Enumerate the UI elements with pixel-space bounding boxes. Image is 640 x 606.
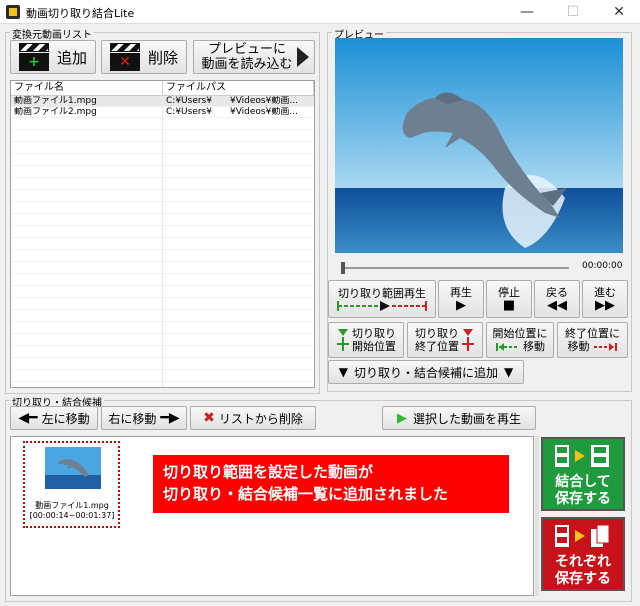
candidate-range: [00:00:14~00:01:37] — [29, 511, 115, 520]
green-play-icon: ▶ — [396, 410, 407, 426]
play-range-label: 切り取り範囲再生 — [338, 286, 426, 300]
delete-button[interactable]: ✕ 削除 — [101, 40, 187, 74]
notification-banner: 切り取り範囲を設定した動画が 切り取り・結合候補一覧に追加されました — [153, 455, 509, 513]
remove-label: リストから削除 — [218, 411, 303, 426]
table-row[interactable]: 動画ファイル2.mpg C:¥Users¥ ¥Videos¥動画... — [11, 107, 314, 118]
candidate-scrollbar[interactable] — [535, 436, 539, 596]
row-file-path: C:¥Users¥ ¥Videos¥動画... — [166, 96, 298, 106]
move-start-arrow-icon — [496, 342, 519, 351]
range-play-icon — [337, 300, 427, 311]
cut-end-icon — [462, 329, 474, 351]
add-button[interactable]: + 追加 — [10, 40, 96, 74]
stop-button[interactable]: 停止 ■ — [486, 280, 532, 318]
move-left-label: 左に移動 — [41, 411, 90, 426]
cut-start-icon — [337, 329, 349, 351]
table-header: ファイル名 ファイルパス — [11, 81, 314, 96]
load-preview-label-1: プレビューに — [207, 42, 286, 57]
minimize-button[interactable]: — — [504, 0, 550, 24]
table-row[interactable]: 動画ファイル1.mpg C:¥Users¥ ¥Videos¥動画... — [11, 96, 314, 107]
row-file-name: 動画ファイル2.mpg — [11, 107, 163, 117]
move-to-end-button[interactable]: 終了位置に 移動 — [557, 322, 628, 358]
column-header-name[interactable]: ファイル名 — [11, 81, 163, 95]
play-button[interactable]: 再生 ▶ — [438, 280, 484, 318]
rewind-icon: ◀◀ — [547, 298, 567, 313]
move-end-label-1: 終了位置に — [565, 327, 620, 340]
candidate-name: 動画ファイル1.mpg — [35, 501, 109, 510]
preview-video-frame — [335, 38, 623, 253]
merge-save-button[interactable]: 結合して 保存する — [541, 437, 625, 511]
move-end-label-2: 移動 — [567, 340, 590, 353]
load-preview-button[interactable]: プレビューに 動画を読み込む — [193, 40, 315, 74]
play-icon: ▶ — [456, 298, 466, 313]
banner-line-2: 切り取り・結合候補一覧に追加されました — [163, 485, 449, 503]
left-arrow-icon: ◀━ — [18, 410, 38, 426]
merge-films-icon — [555, 445, 609, 467]
move-to-start-button[interactable]: 開始位置に 移動 — [486, 322, 554, 358]
move-right-label: 右に移動 — [108, 411, 157, 426]
set-cut-start-button[interactable]: 切り取り 開始位置 — [328, 322, 404, 358]
right-arrow-icon: ━▶ — [160, 410, 180, 426]
add-to-candidates-button[interactable]: ▼ 切り取り・結合候補に追加 ▼ — [328, 360, 524, 384]
close-button[interactable]: ✕ — [596, 0, 640, 24]
merge-save-label-2: 保存する — [555, 491, 611, 507]
each-save-label-2: 保存する — [555, 571, 611, 587]
move-start-label-1: 開始位置に — [492, 327, 548, 340]
move-left-button[interactable]: ◀━ 左に移動 — [10, 406, 98, 430]
cut-start-label-1: 切り取り — [352, 327, 396, 340]
play-arrow-icon — [297, 47, 309, 67]
app-icon — [6, 5, 20, 19]
seek-slider[interactable] — [341, 262, 569, 274]
merge-save-label-1: 結合して — [555, 474, 611, 490]
window-title: 動画切り取り結合Lite — [26, 7, 135, 20]
seek-track — [341, 267, 569, 269]
load-preview-label-2: 動画を読み込む — [201, 57, 293, 72]
play-selected-label: 選択した動画を再生 — [412, 411, 521, 426]
forward-button[interactable]: 進む ▶▶ — [582, 280, 628, 318]
each-save-label-1: それぞれ — [555, 554, 611, 570]
stop-icon: ■ — [502, 298, 516, 313]
delete-button-label: 削除 — [147, 48, 178, 67]
play-range-button[interactable]: 切り取り範囲再生 — [328, 280, 436, 318]
clapper-delete-icon: ✕ — [109, 43, 140, 71]
down-arrow-icon: ▼ — [338, 365, 348, 379]
add-button-label: 追加 — [56, 48, 87, 67]
move-end-arrow-icon — [593, 342, 617, 351]
back-button[interactable]: 戻る ◀◀ — [534, 280, 580, 318]
cut-start-label-2: 開始位置 — [352, 340, 396, 353]
split-films-icon — [555, 524, 610, 547]
time-readout: 00:00:00 — [582, 261, 623, 271]
seek-thumb[interactable] — [341, 262, 345, 274]
remove-from-list-button[interactable]: ✖ リストから削除 — [190, 406, 316, 430]
play-selected-button[interactable]: ▶ 選択した動画を再生 — [382, 406, 536, 430]
fast-forward-icon: ▶▶ — [595, 298, 615, 313]
cut-end-label-1: 切り取り — [415, 327, 459, 340]
down-arrow-icon: ▼ — [504, 365, 514, 379]
row-file-name: 動画ファイル1.mpg — [11, 96, 163, 106]
cut-end-label-2: 終了位置 — [415, 340, 459, 353]
candidate-thumbnail — [45, 447, 101, 489]
empty-rows — [11, 118, 314, 387]
remove-x-icon: ✖ — [203, 410, 215, 426]
set-cut-end-button[interactable]: 切り取り 終了位置 — [407, 322, 483, 358]
move-start-label-2: 移動 — [523, 340, 545, 353]
source-list-label: 変換元動画リスト — [10, 26, 94, 41]
move-right-button[interactable]: 右に移動 ━▶ — [101, 406, 187, 430]
add-candidate-label: 切り取り・結合候補に追加 — [353, 365, 498, 380]
row-file-path: C:¥Users¥ ¥Videos¥動画... — [166, 107, 298, 117]
title-bar: 動画切り取り結合Lite — ☐ ✕ — [0, 0, 640, 24]
save-each-button[interactable]: それぞれ 保存する — [541, 517, 625, 591]
banner-line-1: 切り取り範囲を設定した動画が — [163, 463, 374, 481]
clapper-add-icon: + — [18, 43, 49, 71]
source-file-table[interactable]: ファイル名 ファイルパス 動画ファイル1.mpg C:¥Users¥ ¥Vide… — [10, 80, 315, 388]
maximize-button[interactable]: ☐ — [550, 0, 596, 24]
column-header-path[interactable]: ファイルパス — [163, 81, 314, 95]
